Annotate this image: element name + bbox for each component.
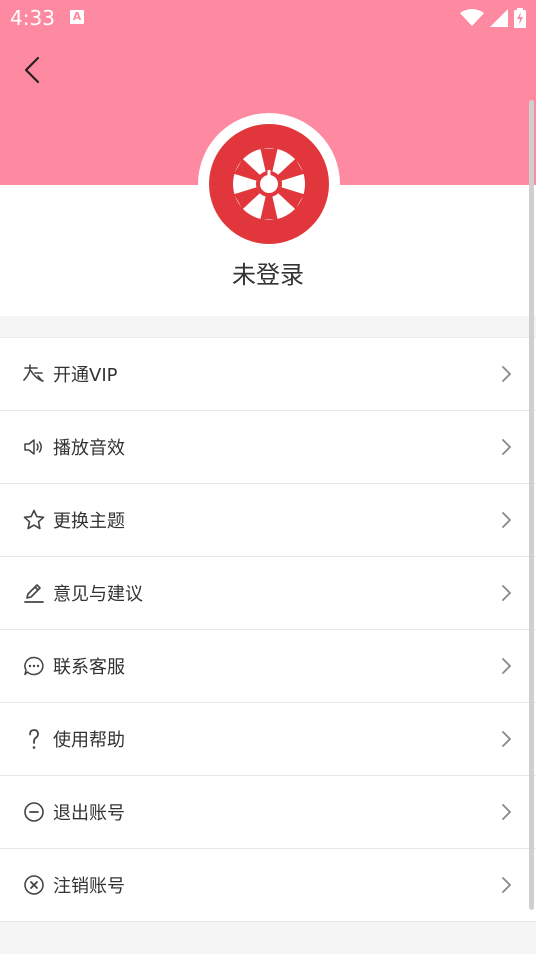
status-bar: 4:33 A [0,0,536,36]
menu-item[interactable]: 退出账号 [0,776,536,849]
chat-icon [22,654,46,678]
wifi-icon [460,9,484,26]
scrollbar[interactable] [529,100,534,910]
back-chevron-left-icon[interactable] [18,50,50,90]
star-icon [22,508,46,532]
menu-item[interactable]: 联系客服 [0,630,536,703]
minus-circle-icon [22,800,46,824]
edit-icon [22,581,46,605]
settings-menu: 开通VIP 播放音效更换主题意见与建议联系客服使用帮助退出账号注销账号 [0,337,536,922]
chevron-right-icon [500,729,512,749]
chevron-right-icon [500,510,512,530]
menu-item[interactable]: 播放音效 [0,411,536,484]
menu-item[interactable]: 开通VIP [0,338,536,411]
menu-item-label: 使用帮助 [53,730,125,751]
menu-item-label: 播放音效 [53,438,125,459]
chevron-right-icon [500,583,512,603]
signal-icon [490,9,508,27]
avatar[interactable] [209,124,329,244]
menu-item[interactable]: 意见与建议 [0,557,536,630]
menu-item-label: 注销账号 [53,876,125,897]
login-status-text[interactable]: 未登录 [0,255,536,290]
question-icon [22,727,46,751]
app-logo-wheel-icon [233,148,305,220]
status-time: 4:33 [10,6,55,30]
chevron-right-icon [500,802,512,822]
close-circle-icon [22,873,46,897]
menu-item[interactable]: 更换主题 [0,484,536,557]
menu-item-label: 联系客服 [53,657,125,678]
menu-item[interactable]: 注销账号 [0,849,536,922]
chevron-right-icon [500,437,512,457]
chevron-right-icon [500,656,512,676]
chevron-right-icon [500,364,512,384]
menu-item-label: 意见与建议 [53,584,143,605]
notification-a-icon: A [70,10,84,24]
vip-icon [22,362,46,386]
speaker-icon [22,435,46,459]
chevron-right-icon [500,875,512,895]
menu-item-label: 开通VIP [53,365,118,386]
status-icons [460,8,526,28]
menu-item-label: 更换主题 [53,511,125,532]
battery-charging-icon [514,8,526,28]
menu-item[interactable]: 使用帮助 [0,703,536,776]
menu-item-label: 退出账号 [53,803,125,824]
